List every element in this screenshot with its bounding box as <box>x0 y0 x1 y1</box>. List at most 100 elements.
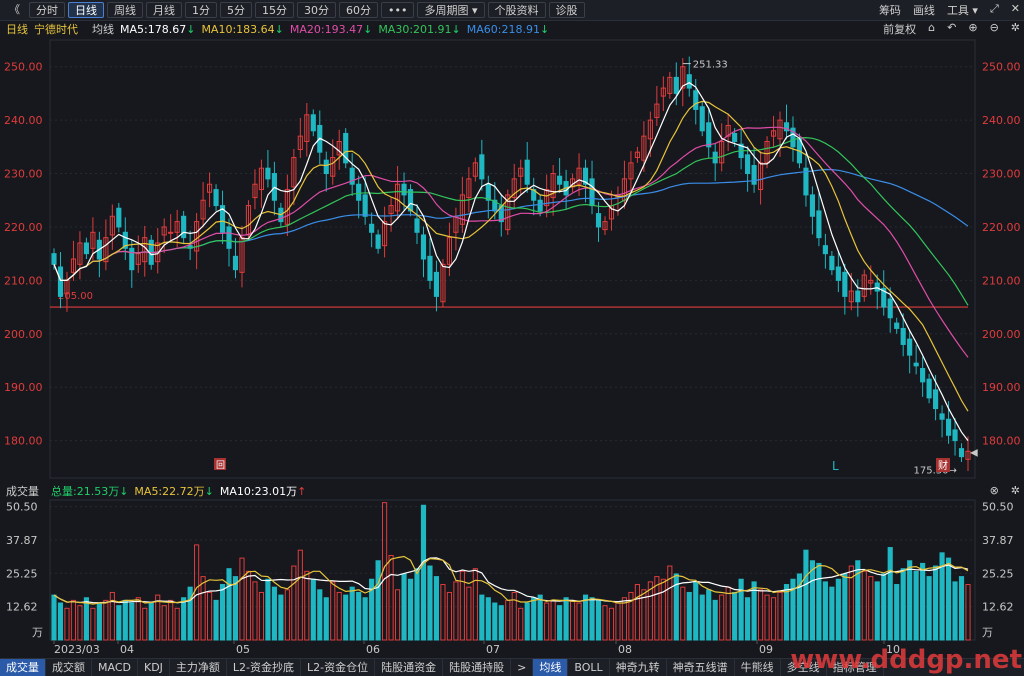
volume-bar <box>356 591 362 641</box>
volume-bar <box>323 597 329 641</box>
volume-bar <box>284 589 290 641</box>
indicator-tab-4[interactable]: 主力净额 <box>170 659 227 676</box>
price-tick-left: 240.00 <box>4 114 43 127</box>
indicator-tab-12[interactable]: 神奇九转 <box>610 659 667 676</box>
volume-bar <box>330 581 336 641</box>
volume-bar <box>874 581 880 641</box>
volume-bar <box>453 581 459 641</box>
candle-body <box>958 448 965 458</box>
volume-bar <box>485 597 491 641</box>
candle-body <box>420 234 427 260</box>
volume-bar <box>537 594 543 641</box>
volume-bar <box>809 560 815 641</box>
volume-bar <box>375 560 381 641</box>
x-label: 09 <box>759 643 773 656</box>
volume-bar <box>401 573 407 641</box>
candle-body <box>920 368 926 383</box>
volume-bar <box>732 591 738 641</box>
candle-body <box>842 271 848 297</box>
indicator-tab-14[interactable]: 牛熊线 <box>735 659 781 676</box>
volume-tick-left: 12.62 <box>6 601 38 614</box>
volume-bar <box>219 584 226 641</box>
x-label: 05 <box>236 643 250 656</box>
volume-bar <box>116 605 122 641</box>
volume-bar <box>725 586 731 641</box>
volume-bar <box>492 602 498 641</box>
volume-bar <box>745 597 751 641</box>
volume-bar <box>783 584 790 641</box>
volume-bar <box>764 594 770 641</box>
price-tick-right: 220.00 <box>982 221 1021 234</box>
volume-bar <box>446 591 452 641</box>
candle-body <box>952 429 958 442</box>
volume-bar <box>719 594 725 641</box>
volume-bar <box>414 568 420 641</box>
indicator-tab-8[interactable]: 陆股通持股 <box>443 659 512 676</box>
candle-body <box>181 215 187 239</box>
volume-bar <box>57 602 64 641</box>
volume-bar <box>770 597 777 641</box>
volume-bar <box>64 607 70 641</box>
volume-bar <box>362 597 368 641</box>
price-tick-right: 200.00 <box>982 328 1021 341</box>
volume-bar <box>278 594 284 641</box>
volume-bar <box>557 605 563 641</box>
volume-bar <box>77 605 83 641</box>
candle-body <box>589 178 595 207</box>
candle-body <box>699 106 705 132</box>
volume-bar <box>926 576 932 641</box>
volume-bar <box>498 605 504 641</box>
volume-bar <box>803 549 809 641</box>
volume-bar <box>343 594 349 641</box>
candle-body <box>265 167 271 180</box>
price-tick-left: 230.00 <box>4 168 43 181</box>
candle-body <box>855 290 861 303</box>
indicator-tab-3[interactable]: KDJ <box>138 659 170 676</box>
candle-body <box>310 114 316 132</box>
price-tick-left: 210.00 <box>4 274 43 287</box>
volume-bar <box>933 565 939 641</box>
volume-bar <box>576 602 582 641</box>
price-tick-right: 240.00 <box>982 114 1021 127</box>
candle-body <box>926 378 932 399</box>
volume-tick-right: 25.25 <box>982 567 1014 580</box>
volume-bar <box>310 578 316 641</box>
volume-tick-left: 25.25 <box>6 567 38 580</box>
candle-body <box>822 245 828 255</box>
volume-tick-left: 万 <box>32 626 43 639</box>
indicator-tab-6[interactable]: L2-资金仓位 <box>301 659 376 676</box>
volume-bar <box>466 586 472 641</box>
kline-chart[interactable]: 250.00 250.00 240.00 240.00 230.00 230.00 220.… <box>0 0 1024 675</box>
candle-body <box>401 183 407 196</box>
price-tick-right: 210.00 <box>982 274 1021 287</box>
indicator-tab-13[interactable]: 神奇五线谱 <box>667 659 735 676</box>
indicator-tab-11[interactable]: BOLL <box>568 659 610 676</box>
volume-bar <box>245 570 252 641</box>
volume-bar <box>181 597 187 641</box>
volume-tick-right: 万 <box>982 626 993 639</box>
volume-bar <box>738 578 744 641</box>
candle-body <box>524 159 530 185</box>
indicator-tab-1[interactable]: 成交额 <box>46 659 92 676</box>
indicator-tab-2[interactable]: MACD <box>92 659 138 676</box>
volume-bar <box>304 570 310 641</box>
candle-body <box>874 282 880 292</box>
volume-bar <box>472 568 478 641</box>
volume-bar <box>433 576 440 641</box>
indicator-tab-5[interactable]: L2-资金抄底 <box>227 659 302 676</box>
volume-bar <box>213 599 219 641</box>
low-label: 175.30→ <box>914 466 957 477</box>
indicator-tab-10[interactable]: 均线 <box>533 659 569 676</box>
volume-bar <box>777 591 783 641</box>
volume-bar <box>122 599 128 641</box>
indicator-tab-9[interactable]: > <box>511 659 534 676</box>
price-tick-right: 250.00 <box>982 61 1021 74</box>
volume-bar <box>291 565 297 641</box>
volume-bar <box>907 560 913 641</box>
x-label: 08 <box>618 643 632 656</box>
volume-bar <box>680 586 686 641</box>
volume-bar <box>868 576 874 641</box>
indicator-tab-7[interactable]: 陆股通资金 <box>375 659 444 676</box>
volume-bar <box>394 589 401 641</box>
indicator-tab-0[interactable]: 成交量 <box>0 659 46 676</box>
